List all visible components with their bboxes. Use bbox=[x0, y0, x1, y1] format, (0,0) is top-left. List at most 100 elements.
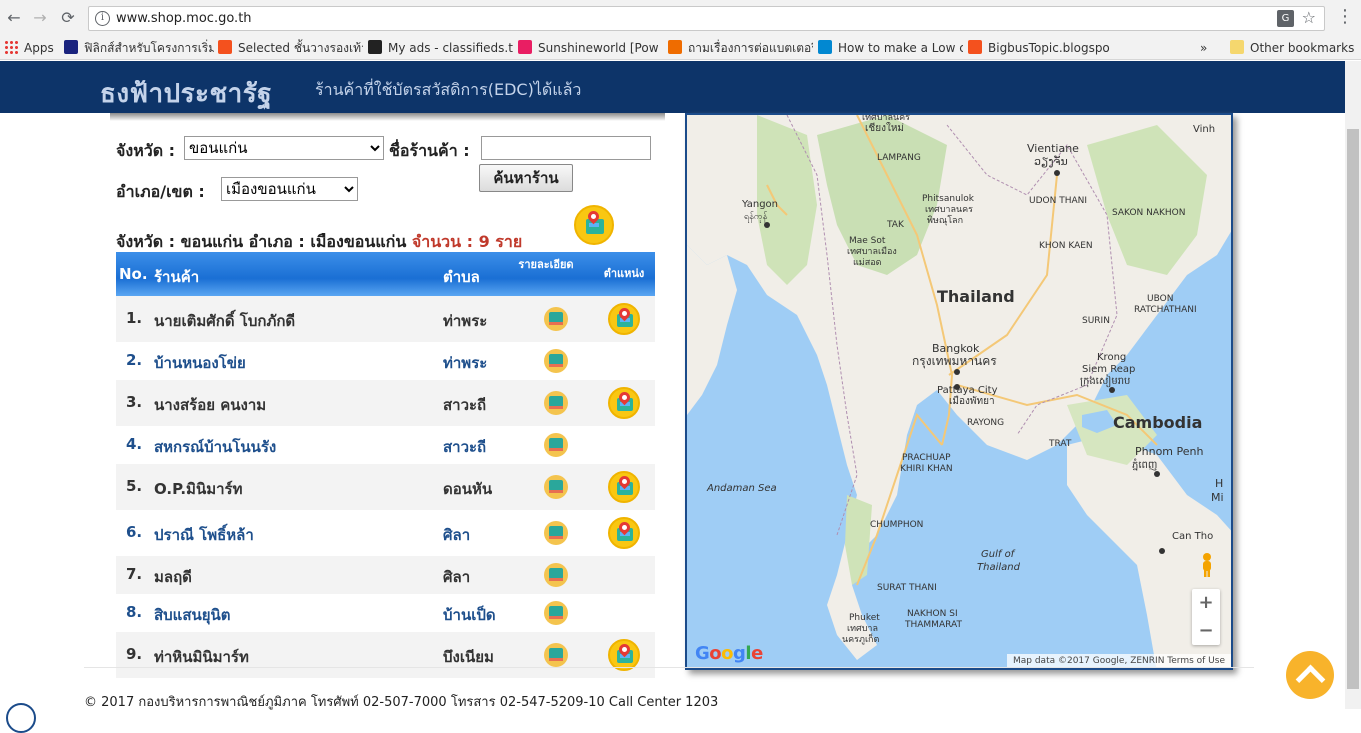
row-number: 6. bbox=[126, 523, 143, 541]
show-all-map-icon[interactable] bbox=[574, 205, 614, 245]
bookmark-item[interactable]: ถามเรื่องการต่อแบตเตอรี่ bbox=[668, 39, 813, 57]
map-label-vientiane-lo: ວຽງຈັນ bbox=[1034, 155, 1068, 168]
bookmark-item[interactable]: How to make a Low c bbox=[818, 39, 963, 57]
shop-name[interactable]: มลฤดี bbox=[154, 565, 192, 589]
province-select[interactable]: ขอนแก่น bbox=[184, 136, 384, 160]
map-label-ubon: UBON bbox=[1147, 294, 1173, 304]
bookmark-item[interactable]: My ads - classifieds.th bbox=[368, 39, 513, 57]
map-label-gulf-thailand: Thailand bbox=[977, 562, 1021, 573]
shop-name[interactable]: นายเติมศักดิ์ โบกภักดี bbox=[154, 309, 295, 333]
bookmark-label: Apps bbox=[24, 41, 54, 55]
google-logo[interactable]: Google bbox=[695, 643, 763, 664]
bookmark-favicon-icon bbox=[64, 40, 78, 54]
forward-arrow-icon[interactable]: → bbox=[30, 8, 50, 28]
site-title[interactable]: ธงฟ้าประชารัฐ bbox=[100, 73, 272, 114]
district-select[interactable]: เมืองขอนแก่น bbox=[221, 177, 358, 201]
bookmark-label: BigbusTopic.blogspo bbox=[988, 41, 1110, 55]
location-map-pin-icon[interactable] bbox=[608, 471, 640, 503]
detail-book-icon[interactable] bbox=[544, 349, 568, 373]
street-view-pegman-icon[interactable] bbox=[1199, 552, 1215, 578]
bookmark-item[interactable]: Selected ชั้นวางรองเท้า bbox=[218, 39, 363, 57]
city-dot-siem-reap bbox=[1109, 387, 1115, 393]
map-label-thailand: Thailand bbox=[937, 287, 1015, 306]
bookmark-item[interactable]: Apps bbox=[4, 39, 60, 57]
location-map-pin-icon[interactable] bbox=[608, 517, 640, 549]
bookmark-favicon-icon bbox=[668, 40, 682, 54]
location-map-pin-icon[interactable] bbox=[608, 387, 640, 419]
bookmarks-overflow-button[interactable]: » bbox=[1200, 39, 1214, 57]
table-body: 1. นายเติมศักดิ์ โบกภักดี ท่าพระ 2. บ้านหนอง… bbox=[116, 296, 655, 678]
row-number: 2. bbox=[126, 351, 143, 369]
shop-name[interactable]: สหกรณ์บ้านโนนรัง bbox=[154, 435, 276, 459]
subdistrict-name: ดอนหัน bbox=[443, 480, 493, 498]
map-label-rayong: RAYONG bbox=[967, 418, 1004, 428]
map-label-can-tho: Can Tho bbox=[1172, 531, 1213, 542]
shop-table: No. ร้านค้า ตำบล รายละเอียด ตำแหน่ง 1. นา… bbox=[116, 252, 655, 678]
detail-book-icon[interactable] bbox=[544, 601, 568, 625]
browser-menu-icon[interactable]: ⋮ bbox=[1336, 7, 1354, 27]
map-label-phitsanulok: Phitsanulok bbox=[922, 194, 975, 204]
zoom-out-button[interactable]: − bbox=[1192, 617, 1220, 645]
scrollbar-thumb[interactable] bbox=[1347, 129, 1359, 689]
reload-icon[interactable]: ⟳ bbox=[58, 8, 78, 28]
map-label-khon-kaen: KHON KAEN bbox=[1039, 241, 1093, 251]
shop-name[interactable]: ท่าหินมินิมาร์ท bbox=[154, 645, 249, 669]
site-subtitle[interactable]: ร้านค้าที่ใช้บัตรสวัสดิการ(EDC)ได้แล้ว bbox=[315, 78, 581, 103]
detail-book-icon[interactable] bbox=[544, 391, 568, 415]
table-row: 1. นายเติมศักดิ์ โบกภักดี ท่าพระ bbox=[116, 296, 655, 342]
bookmark-label: Selected ชั้นวางรองเท้า bbox=[238, 41, 363, 55]
map-label-cambodia: Cambodia bbox=[1113, 413, 1202, 432]
map-label-sakon: SAKON NAKHON bbox=[1112, 208, 1186, 218]
other-bookmarks-label: Other bookmarks bbox=[1250, 41, 1355, 55]
bookmark-favicon-icon bbox=[968, 40, 982, 54]
subdistrict-name: สาวะถี bbox=[443, 438, 487, 456]
map-label-chumphon: CHUMPHON bbox=[870, 520, 923, 530]
detail-book-icon[interactable] bbox=[544, 643, 568, 667]
help-circle-icon[interactable] bbox=[6, 703, 36, 733]
url-text: www.shop.moc.go.th bbox=[116, 11, 252, 26]
bookmark-item[interactable]: BigbusTopic.blogspo bbox=[968, 39, 1113, 57]
shop-name[interactable]: บ้านหนองโข่ย bbox=[154, 351, 246, 375]
back-arrow-icon[interactable]: ← bbox=[4, 8, 24, 28]
shop-name[interactable]: นางสร้อย คนงาม bbox=[154, 393, 266, 417]
bookmark-item[interactable]: Sunshineworld [Pow bbox=[518, 39, 658, 57]
bookmark-label: My ads - classifieds.th bbox=[388, 41, 513, 55]
table-row: 7. มลฤดี ศิลา bbox=[116, 556, 655, 594]
location-map-pin-icon[interactable] bbox=[608, 303, 640, 335]
map-canvas[interactable]: Thailand Cambodia Bangkok กรุงเทพมหานคร … bbox=[687, 115, 1233, 670]
shop-name[interactable]: ปราณี โพธิ์หล้า bbox=[154, 523, 254, 547]
bookmark-star-icon[interactable]: ☆ bbox=[1302, 8, 1316, 27]
zoom-in-button[interactable]: + bbox=[1192, 589, 1220, 617]
map-label-tak: TAK bbox=[886, 220, 905, 230]
detail-book-icon[interactable] bbox=[544, 521, 568, 545]
table-row: 4. สหกรณ์บ้านโนนรัง สาวะถี bbox=[116, 426, 655, 464]
bookmark-item[interactable]: ฟิลิกส์สำหรับโครงการเริ่ม bbox=[64, 39, 214, 57]
search-button[interactable]: ค้นหาร้าน bbox=[479, 164, 573, 192]
page-scrollbar[interactable] bbox=[1345, 61, 1361, 709]
address-bar[interactable]: i www.shop.moc.go.th G ☆ bbox=[88, 6, 1325, 31]
province-label: จังหวัด : bbox=[116, 141, 176, 160]
shopname-input[interactable] bbox=[481, 136, 651, 160]
other-bookmarks[interactable]: Other bookmarks bbox=[1230, 39, 1355, 57]
info-icon[interactable]: i bbox=[95, 11, 110, 26]
detail-book-icon[interactable] bbox=[544, 433, 568, 457]
bookmark-label: Sunshineworld [Pow bbox=[538, 41, 658, 55]
row-number: 5. bbox=[126, 477, 143, 495]
detail-book-icon[interactable] bbox=[544, 475, 568, 499]
map-label-krong: Krong bbox=[1097, 352, 1126, 363]
site-header: ธงฟ้าประชารัฐ ร้านค้าที่ใช้บัตรสวัสดิการ… bbox=[0, 61, 1345, 113]
shop-name[interactable]: สิบแสนยุนิต bbox=[154, 603, 231, 627]
detail-book-icon[interactable] bbox=[544, 307, 568, 331]
shop-name[interactable]: O.P.มินิมาร์ท bbox=[154, 477, 242, 501]
map-label-prachuap: PRACHUAP bbox=[902, 453, 951, 463]
map-label-vientiane: Vientiane bbox=[1027, 142, 1079, 155]
detail-book-icon[interactable] bbox=[544, 563, 568, 587]
map-attribution[interactable]: Map data ©2017 Google, ZENRIN Terms of U… bbox=[1006, 654, 1231, 668]
translate-icon[interactable]: G bbox=[1277, 10, 1294, 27]
map-label-chiangmai-top: เทศบาลนคร bbox=[862, 115, 910, 123]
scroll-to-top-button[interactable] bbox=[1286, 651, 1334, 699]
map-label-phuket-th: เทศบาล bbox=[847, 624, 878, 634]
zoom-control: + − bbox=[1192, 589, 1220, 645]
map-panel[interactable]: Thailand Cambodia Bangkok กรุงเทพมหานคร … bbox=[685, 113, 1233, 670]
apps-grid-icon bbox=[4, 40, 18, 54]
